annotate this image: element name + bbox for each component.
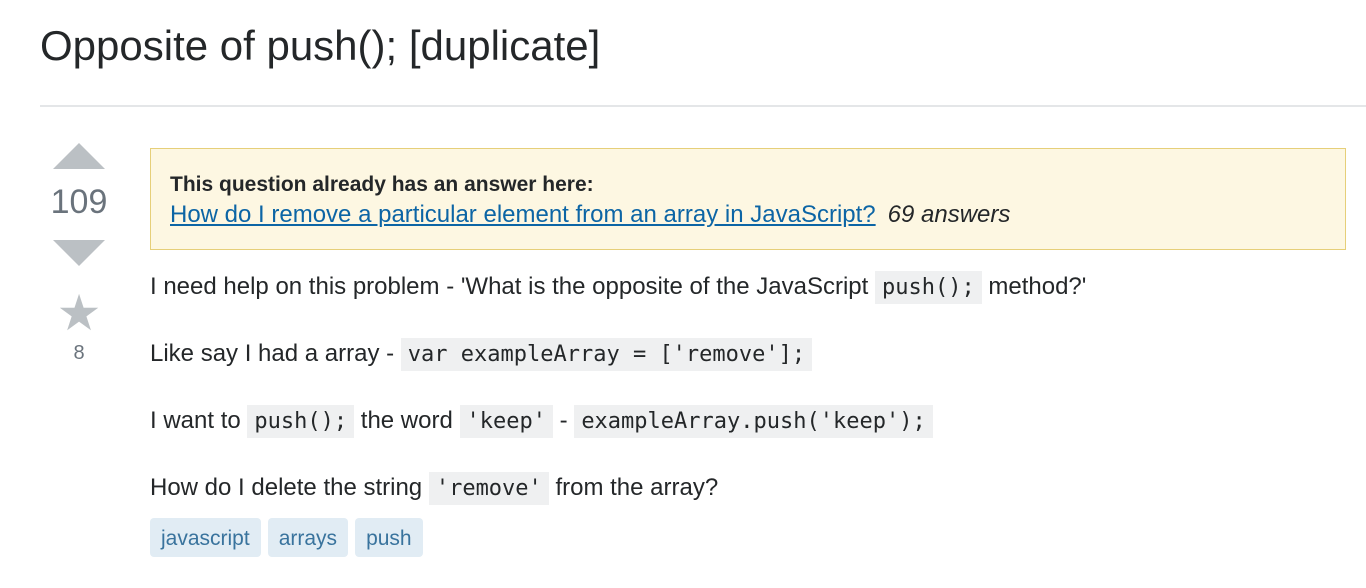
- duplicate-notice: This question already has an answer here…: [150, 148, 1346, 250]
- body-text: from the array?: [548, 474, 719, 501]
- inline-code: exampleArray.push('keep');: [574, 405, 933, 438]
- duplicate-question-link[interactable]: How do I remove a particular element fro…: [170, 201, 876, 228]
- star-icon[interactable]: ★: [40, 288, 118, 338]
- body-paragraph: How do I delete the string 'remove' from…: [150, 469, 1350, 508]
- inline-code: 'keep': [459, 405, 553, 438]
- body-paragraph: I want to push(); the word 'keep' - exam…: [150, 402, 1350, 441]
- title-divider: [40, 105, 1366, 107]
- body-paragraph: Like say I had a array - var exampleArra…: [150, 335, 1350, 374]
- inline-code: var exampleArray = ['remove'];: [400, 338, 813, 371]
- tag-javascript[interactable]: javascript: [150, 518, 261, 557]
- body-text: Like say I had a array -: [150, 340, 401, 367]
- body-paragraph: I need help on this problem - 'What is t…: [150, 268, 1350, 307]
- duplicate-notice-line: How do I remove a particular element fro…: [170, 201, 1325, 229]
- tag-list: javascript arrays push: [150, 518, 430, 557]
- page-title: Opposite of push(); [duplicate]: [40, 22, 601, 69]
- inline-code: push();: [247, 405, 355, 438]
- inline-code: 'remove': [428, 472, 549, 505]
- duplicate-notice-heading: This question already has an answer here…: [170, 173, 594, 196]
- arrow-up-icon[interactable]: [53, 143, 105, 169]
- question-body: I need help on this problem - 'What is t…: [150, 268, 1350, 536]
- vote-cell: 109 ★ 8: [40, 135, 118, 365]
- tag-push[interactable]: push: [355, 518, 423, 557]
- arrow-down-icon[interactable]: [53, 240, 105, 266]
- answer-count: 69 answers: [887, 201, 1011, 228]
- body-text: -: [552, 407, 575, 434]
- body-text: method?': [981, 273, 1087, 300]
- vote-count: 109: [50, 183, 108, 221]
- tag-arrays[interactable]: arrays: [267, 518, 349, 557]
- favorite-count: 8: [73, 342, 85, 364]
- body-text: I want to: [150, 407, 248, 434]
- body-text: I need help on this problem - 'What is t…: [150, 273, 875, 300]
- body-text: How do I delete the string: [150, 474, 429, 501]
- inline-code: push();: [874, 271, 982, 304]
- body-text: the word: [354, 407, 460, 434]
